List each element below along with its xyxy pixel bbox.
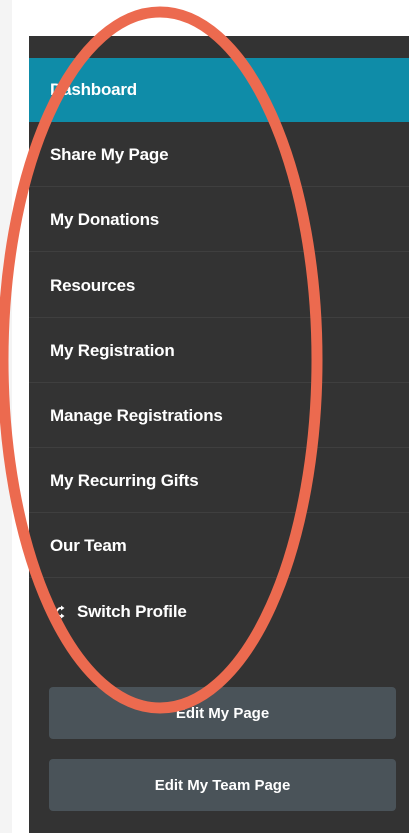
sidebar-item-label: Resources: [50, 275, 136, 295]
sidebar-item-label: My Recurring Gifts: [50, 470, 199, 490]
button-label: Edit My Team Page: [154, 776, 291, 794]
sidebar-item-share-my-page[interactable]: Share My Page: [29, 123, 409, 187]
sidebar-item-label: My Donations: [50, 209, 160, 229]
sidebar-item-my-registration[interactable]: My Registration: [29, 319, 409, 383]
sidebar-item-label: Dashboard: [50, 80, 137, 99]
shuffle-icon: [49, 605, 65, 619]
edit-my-team-page-button[interactable]: Edit My Team Page: [49, 759, 396, 811]
sidebar-item-label: Our Team: [50, 535, 127, 555]
page-edge-strip: [0, 0, 12, 833]
account-sidebar: Dashboard Share My Page My Donations Res…: [29, 36, 409, 833]
sidebar-item-my-donations[interactable]: My Donations: [29, 188, 409, 252]
sidebar-item-dashboard[interactable]: Dashboard: [29, 58, 409, 122]
sidebar-item-label: Manage Registrations: [50, 405, 223, 425]
sidebar-item-switch-profile[interactable]: Switch Profile: [29, 580, 409, 644]
sidebar-item-my-recurring-gifts[interactable]: My Recurring Gifts: [29, 449, 409, 513]
sidebar-item-label: Share My Page: [50, 144, 169, 164]
sidebar-item-resources[interactable]: Resources: [29, 254, 409, 318]
button-label: Edit My Page: [175, 704, 270, 722]
sidebar-item-our-team[interactable]: Our Team: [29, 514, 409, 578]
sidebar-item-label: Switch Profile: [77, 602, 187, 621]
sidebar-item-label: My Registration: [50, 340, 175, 360]
sidebar-item-manage-registrations[interactable]: Manage Registrations: [29, 384, 409, 448]
edit-my-page-button[interactable]: Edit My Page: [49, 687, 396, 739]
